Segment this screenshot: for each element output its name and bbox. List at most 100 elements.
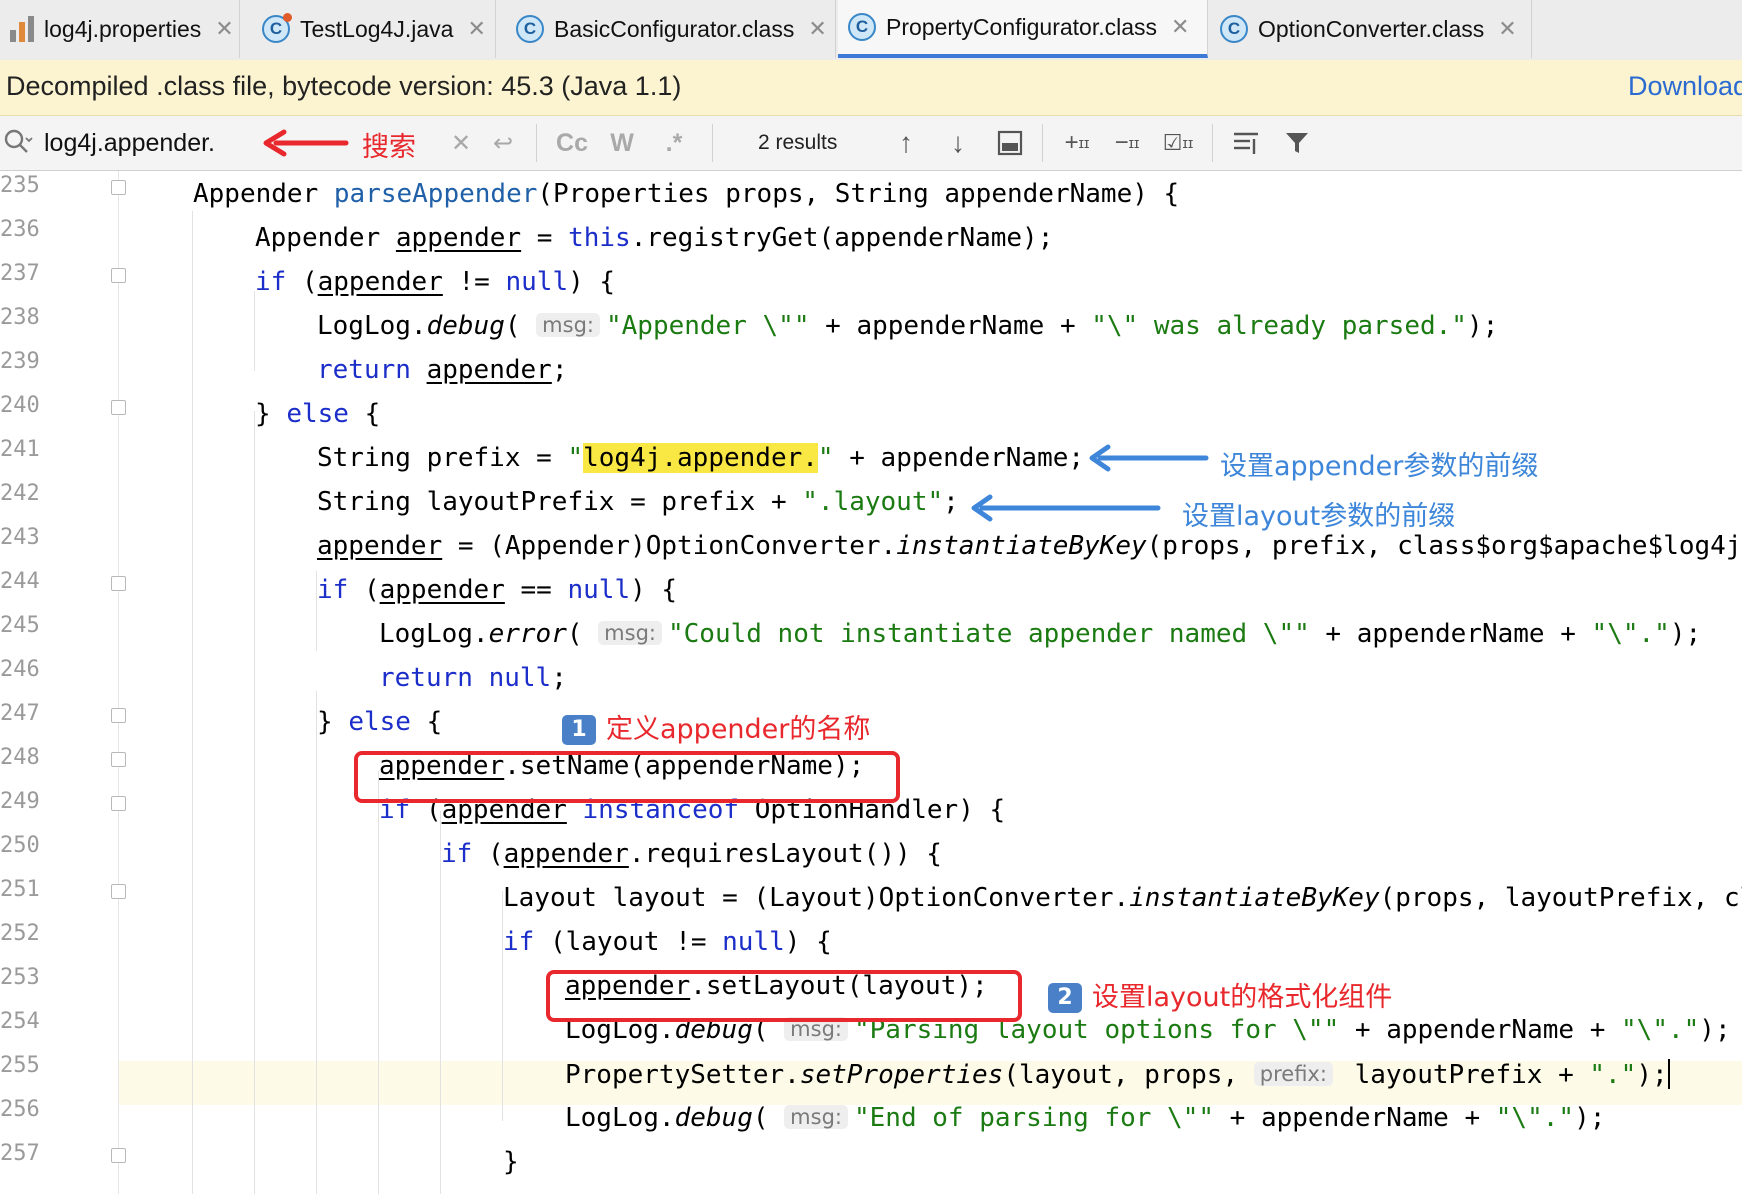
indent-guide — [254, 291, 255, 371]
find-toolbar: log4j.appender. 搜索 ✕ ↩ Cc W .* 2 results… — [0, 116, 1742, 171]
fold-marker-icon[interactable] — [111, 708, 126, 723]
code-editor[interactable]: 235 236 237 238 239 240 241 242 243 244 … — [0, 171, 1742, 1194]
text-cursor — [1667, 1059, 1670, 1089]
toolbar-divider — [1042, 124, 1043, 162]
parameter-hint: msg: — [784, 1105, 848, 1129]
fold-marker-icon[interactable] — [111, 576, 126, 591]
close-icon[interactable]: ✕ — [1498, 16, 1516, 42]
tab-propertyconfigurator-class[interactable]: C PropertyConfigurator.class ✕ — [838, 0, 1208, 58]
whole-words-toggle[interactable]: W — [604, 126, 640, 160]
java-class-icon: C — [262, 13, 292, 43]
code-line-243: appender = (Appender)OptionConverter.ins… — [317, 531, 1742, 561]
history-icon[interactable]: ↩ — [488, 128, 518, 158]
red-arrow-icon — [262, 128, 350, 158]
fold-marker-icon[interactable] — [111, 268, 126, 283]
filter-icon[interactable] — [1280, 126, 1314, 160]
search-annotation: 搜索 — [362, 132, 416, 163]
parameter-hint: prefix: — [1253, 1062, 1333, 1086]
line-number: 237 — [0, 261, 40, 286]
close-icon[interactable]: ✕ — [808, 16, 826, 42]
line-number: 251 — [0, 877, 40, 902]
code-line-235: Appender parseAppender(Properties props,… — [193, 179, 1180, 209]
line-number: 253 — [0, 965, 40, 990]
fold-marker-icon[interactable] — [111, 884, 126, 899]
add-occurrence-icon[interactable]: + ɪɪ — [1058, 126, 1096, 160]
line-number: 248 — [0, 745, 40, 770]
code-line-237: if (appender != null) { — [255, 267, 616, 297]
class-file-icon: C — [516, 15, 544, 43]
step2-highlight-box — [546, 970, 1022, 1022]
regex-toggle[interactable]: .* — [656, 126, 692, 160]
parameter-hint: msg: — [598, 621, 662, 645]
properties-file-icon — [10, 16, 36, 42]
download-sources-link[interactable]: Download — [1628, 71, 1742, 102]
step1-highlight-box — [354, 751, 900, 803]
tab-testlog4j-java[interactable]: C TestLog4J.java ✕ — [252, 0, 496, 58]
line-number: 255 — [0, 1053, 40, 1078]
code-line-236: Appender appender = this.registryGet(app… — [255, 223, 1054, 253]
code-line-245: LogLog.error( msg: "Could not instantiate… — [379, 619, 1702, 649]
fold-marker-icon[interactable] — [111, 796, 126, 811]
code-line-256: LogLog.debug( msg: "End of parsing for \"… — [565, 1103, 1606, 1133]
match-case-toggle[interactable]: Cc — [552, 126, 592, 160]
close-icon[interactable]: ✕ — [1171, 14, 1189, 40]
line-number: 252 — [0, 921, 40, 946]
tab-basicconfigurator-class[interactable]: C BasicConfigurator.class ✕ — [506, 0, 836, 58]
code-line-246: return null; — [379, 663, 567, 693]
line-number: 246 — [0, 657, 40, 682]
code-line-252: if (layout != null) { — [503, 927, 832, 957]
clear-icon[interactable]: ✕ — [446, 128, 476, 158]
line-number: 256 — [0, 1097, 40, 1122]
filter-search-results-icon[interactable] — [1228, 126, 1264, 160]
next-occurrence-icon[interactable]: ↓ — [942, 127, 974, 159]
line-number: 245 — [0, 613, 40, 638]
fold-marker-icon[interactable] — [111, 1148, 126, 1163]
tab-log4j-properties[interactable]: log4j.properties ✕ — [0, 0, 240, 58]
line-number: 242 — [0, 481, 40, 506]
step2-label: 设置layout的格式化组件 — [1092, 982, 1393, 1013]
close-icon[interactable]: ✕ — [467, 16, 485, 42]
line-number: 236 — [0, 217, 40, 242]
toolbar-divider — [1212, 124, 1213, 162]
search-icon[interactable] — [2, 126, 34, 158]
code-line-250: if (appender.requiresLayout()) { — [441, 839, 942, 869]
blue-arrow-icon — [1088, 443, 1210, 477]
select-all-occurrences-icon[interactable] — [994, 127, 1026, 159]
search-input[interactable]: log4j.appender. — [44, 129, 215, 158]
line-number: 240 — [0, 393, 40, 418]
toolbar-divider — [712, 124, 713, 162]
class-file-icon: C — [1220, 15, 1248, 43]
code-line-251: Layout layout = (Layout)OptionConverter.… — [503, 883, 1742, 913]
prefix-note: 设置appender参数的前缀 — [1220, 451, 1539, 482]
tab-label: log4j.properties — [44, 15, 202, 42]
line-number: 238 — [0, 305, 40, 330]
fold-marker-icon[interactable] — [111, 400, 126, 415]
line-number: 243 — [0, 525, 40, 550]
indent-guide — [502, 891, 503, 1121]
step1-label: 定义appender的名称 — [606, 714, 871, 745]
step2-note: 2 设置layout的格式化组件 — [1048, 975, 1392, 1014]
select-all-matches-icon[interactable]: ☑ ɪɪ — [1158, 126, 1198, 160]
code-line-247: } else { — [317, 707, 443, 737]
indent-guide — [192, 211, 193, 1194]
code-line-240: } else { — [255, 399, 381, 429]
fold-marker-icon[interactable] — [111, 752, 126, 767]
line-number: 254 — [0, 1009, 40, 1034]
line-number: 247 — [0, 701, 40, 726]
line-number: 249 — [0, 789, 40, 814]
step1-badge: 1 — [562, 715, 596, 745]
indent-guide — [254, 411, 255, 1194]
code-line-255: PropertySetter.setProperties(layout, pro… — [565, 1059, 1670, 1090]
blue-arrow-icon — [970, 493, 1162, 527]
code-line-244: if (appender == null) { — [317, 575, 678, 605]
remove-occurrence-icon[interactable]: − ɪɪ — [1108, 126, 1146, 160]
results-count: 2 results — [758, 131, 838, 154]
line-number: 244 — [0, 569, 40, 594]
step2-badge: 2 — [1048, 983, 1082, 1013]
fold-marker-icon[interactable] — [111, 180, 126, 195]
tab-optionconverter-class[interactable]: C OptionConverter.class ✕ — [1210, 0, 1532, 58]
parameter-hint: msg: — [536, 313, 600, 337]
editor-tab-bar: log4j.properties ✕ C TestLog4J.java ✕ C … — [0, 0, 1742, 61]
close-icon[interactable]: ✕ — [215, 16, 233, 42]
previous-occurrence-icon[interactable]: ↑ — [890, 127, 922, 159]
